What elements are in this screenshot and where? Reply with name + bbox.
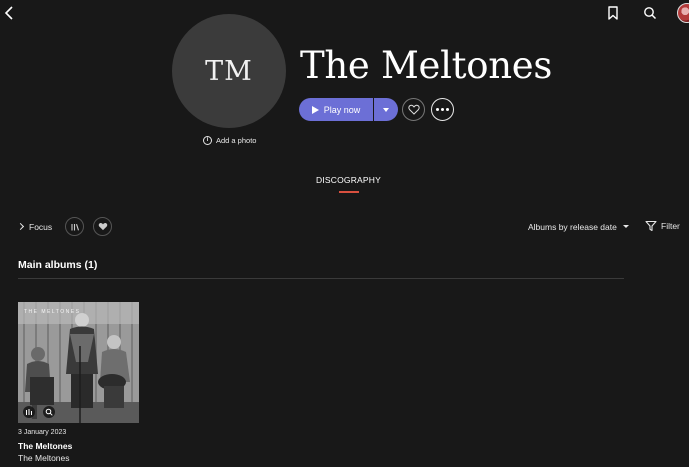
play-icon [311,105,319,114]
bookmark-button[interactable] [604,4,622,22]
tab-discography[interactable]: DISCOGRAPHY [300,175,397,185]
album-cover[interactable]: THE MELTONES [18,302,139,423]
album-artist[interactable]: The Meltones [18,453,140,463]
library-filter-button[interactable] [65,217,84,236]
artist-name: The Meltones [300,44,553,87]
focus-label: Focus [29,221,53,232]
search-button[interactable] [641,4,659,22]
album-play-button[interactable] [23,406,35,418]
library-icon [70,223,79,230]
album-info-button[interactable] [43,406,55,418]
album-title[interactable]: The Meltones [18,441,140,451]
filter-button[interactable]: Filter [645,219,680,233]
info-icon: i [203,135,212,145]
equalizer-icon [26,409,32,415]
artist-avatar: TM [172,14,286,128]
favorites-filter-button[interactable] [93,217,112,236]
heart-icon [98,223,107,231]
sort-label: Albums by release date [528,221,617,232]
caret-down-icon [383,107,389,112]
caret-down-icon [622,225,629,228]
sort-dropdown[interactable]: Albums by release date [528,220,629,233]
section-title: Main albums (1) [18,259,98,271]
back-button[interactable] [2,4,18,22]
album-cover-text: THE MELTONES [24,309,80,315]
search-icon [644,7,657,20]
user-avatar[interactable] [677,3,689,23]
zoom-icon [45,408,53,416]
bookmark-icon [608,6,618,20]
album-release-date: 3 January 2023 [18,429,67,436]
play-now-label: Play now [323,104,361,115]
play-options-dropdown[interactable] [374,98,398,121]
more-horizontal-icon [436,108,449,111]
focus-toggle[interactable]: Focus [16,220,53,233]
play-now-button[interactable]: Play now [299,98,373,121]
more-options-button[interactable] [431,98,454,121]
favorite-button[interactable] [402,98,425,121]
filter-label: Filter [661,221,680,231]
chevron-left-icon [4,6,13,20]
tab-active-indicator [339,191,359,193]
heart-icon [407,104,420,115]
add-photo-label: Add a photo [216,135,257,145]
album-cover-art: THE MELTONES [18,302,139,423]
section-divider [18,278,624,279]
album-card[interactable]: THE MELTONES 3 January 2023 The Meltones… [18,302,140,463]
artist-initials: TM [205,55,253,87]
add-photo-link[interactable]: i Add a photo [203,134,256,146]
chevron-right-icon [16,222,25,231]
funnel-icon [645,220,657,232]
